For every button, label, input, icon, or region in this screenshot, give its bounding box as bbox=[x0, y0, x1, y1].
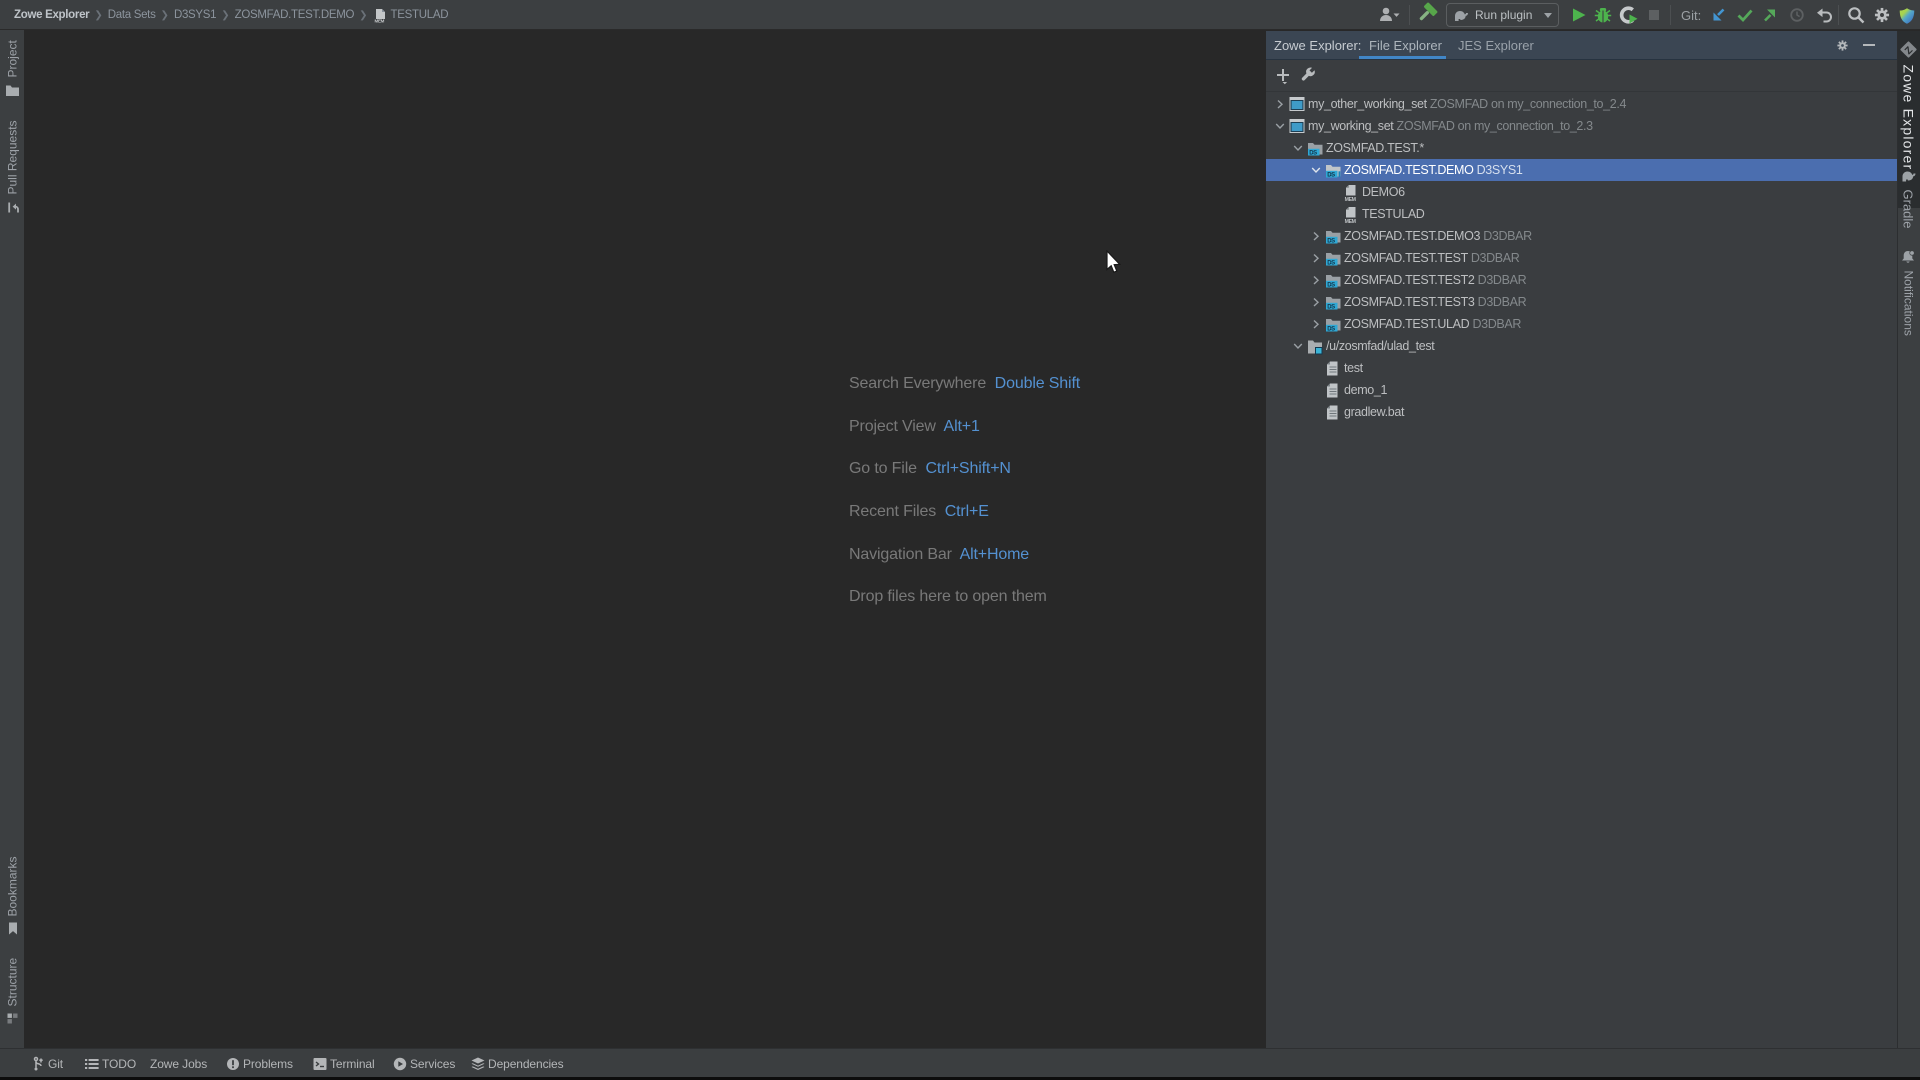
svg-text:DS: DS bbox=[1327, 327, 1335, 333]
svg-text:DS: DS bbox=[1327, 239, 1335, 245]
svg-text:DS: DS bbox=[1327, 305, 1335, 311]
svg-text:MEM: MEM bbox=[1345, 197, 1356, 202]
svg-text:DS: DS bbox=[1327, 283, 1335, 289]
svg-text:DS: DS bbox=[1327, 173, 1335, 179]
svg-text:Z: Z bbox=[1903, 44, 1916, 57]
svg-text:MEM: MEM bbox=[1345, 219, 1356, 224]
svg-text:DS: DS bbox=[1309, 151, 1317, 157]
svg-text:DS: DS bbox=[1327, 261, 1335, 267]
